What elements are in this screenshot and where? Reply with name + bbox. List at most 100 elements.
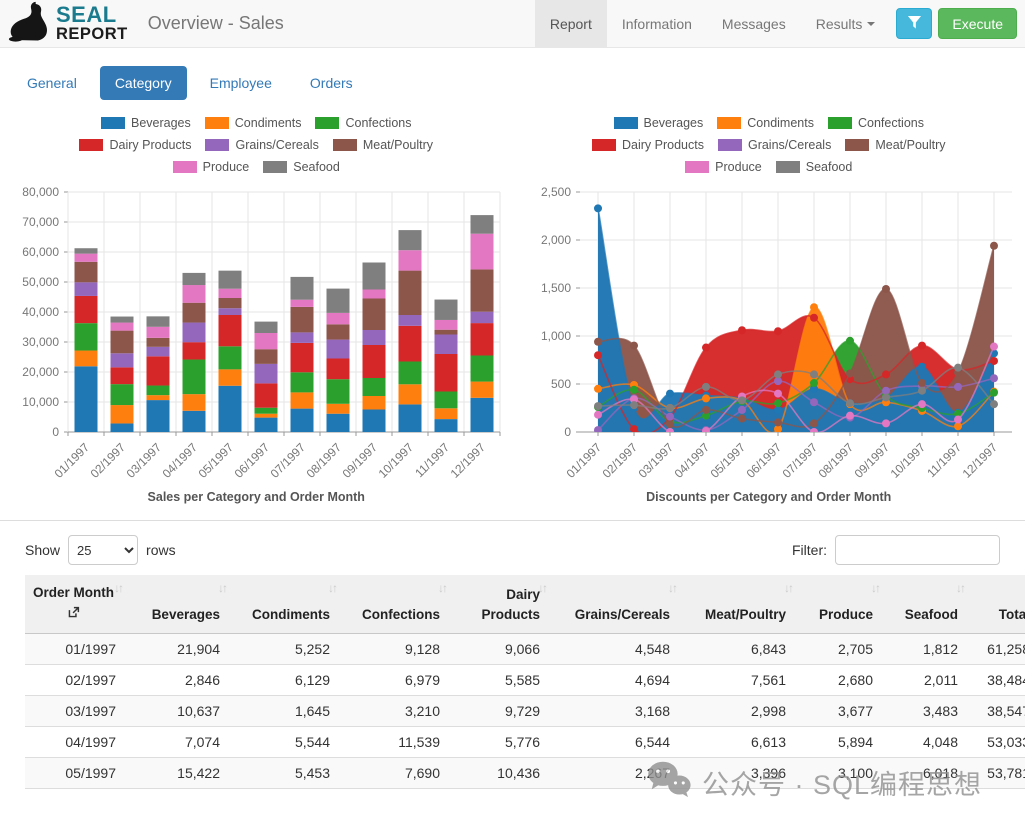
point-seafood[interactable] xyxy=(630,401,638,409)
filter-button[interactable] xyxy=(896,8,932,39)
bar-segment-dairy-products[interactable] xyxy=(110,367,133,384)
bar-segment-beverages[interactable] xyxy=(398,404,421,432)
bar-segment-grains-cereals[interactable] xyxy=(110,353,133,367)
legend-item-dairy-products[interactable]: Dairy Products xyxy=(592,134,704,156)
bar-segment-grains-cereals[interactable] xyxy=(74,282,97,296)
bar-segment-confections[interactable] xyxy=(470,356,493,382)
bar-segment-meat-poultry[interactable] xyxy=(254,349,277,364)
legend-item-seafood[interactable]: Seafood xyxy=(263,156,340,178)
legend-item-beverages[interactable]: Beverages xyxy=(101,112,191,134)
point-meat-poultry[interactable] xyxy=(594,338,602,346)
legend-item-grains-cereals[interactable]: Grains/Cereals xyxy=(718,134,831,156)
bar-segment-confections[interactable] xyxy=(290,372,313,392)
bar-segment-grains-cereals[interactable] xyxy=(218,308,241,315)
column-header-dairy-products[interactable]: ↓↑Dairy Products xyxy=(450,575,550,634)
bar-segment-seafood[interactable] xyxy=(290,277,313,300)
bar-segment-beverages[interactable] xyxy=(74,366,97,432)
point-confections[interactable] xyxy=(846,337,854,345)
point-meat-poultry[interactable] xyxy=(990,242,998,250)
column-header-meat-poultry[interactable]: ↓↑Meat/Poultry xyxy=(680,575,796,634)
point-grains-cereals[interactable] xyxy=(738,406,746,414)
bar-segment-condiments[interactable] xyxy=(182,394,205,411)
bar-segment-condiments[interactable] xyxy=(74,351,97,367)
point-produce[interactable] xyxy=(774,390,782,398)
bar-segment-condiments[interactable] xyxy=(146,395,169,400)
column-header-seafood[interactable]: ↓↑Seafood xyxy=(883,575,968,634)
legend-item-produce[interactable]: Produce xyxy=(173,156,250,178)
point-condiments[interactable] xyxy=(702,394,710,402)
point-dairy-products[interactable] xyxy=(630,425,638,433)
point-confections[interactable] xyxy=(630,386,638,394)
nav-item-report[interactable]: Report xyxy=(535,0,607,47)
bar-segment-seafood[interactable] xyxy=(254,322,277,333)
bar-segment-meat-poultry[interactable] xyxy=(182,303,205,323)
bar-segment-confections[interactable] xyxy=(110,384,133,405)
legend-item-meat-poultry[interactable]: Meat/Poultry xyxy=(333,134,433,156)
bar-segment-condiments[interactable] xyxy=(362,396,385,410)
point-seafood[interactable] xyxy=(846,399,854,407)
bar-segment-grains-cereals[interactable] xyxy=(398,315,421,326)
point-confections[interactable] xyxy=(990,389,998,397)
point-condiments[interactable] xyxy=(810,303,818,311)
bar-segment-grains-cereals[interactable] xyxy=(290,332,313,343)
point-seafood[interactable] xyxy=(738,396,746,404)
legend-item-confections[interactable]: Confections xyxy=(315,112,411,134)
execute-button[interactable]: Execute xyxy=(938,8,1017,39)
column-header-total[interactable]: ↓↑Total xyxy=(968,575,1025,634)
bar-segment-produce[interactable] xyxy=(254,333,277,349)
point-meat-poultry[interactable] xyxy=(738,415,746,423)
bar-segment-grains-cereals[interactable] xyxy=(146,347,169,357)
point-beverages[interactable] xyxy=(594,204,602,212)
point-dairy-products[interactable] xyxy=(918,342,926,350)
discounts-area-chart[interactable]: 05001,0001,5002,0002,50001/199702/199703… xyxy=(516,180,1021,488)
point-produce[interactable] xyxy=(882,419,890,427)
sort-arrows-icon[interactable]: ↓↑ xyxy=(438,580,446,597)
sort-arrows-icon[interactable]: ↓↑ xyxy=(871,580,879,597)
bar-segment-condiments[interactable] xyxy=(398,384,421,404)
point-produce[interactable] xyxy=(954,416,962,424)
bar-segment-beverages[interactable] xyxy=(146,400,169,432)
bar-segment-produce[interactable] xyxy=(182,285,205,303)
bar-segment-condiments[interactable] xyxy=(434,408,457,419)
bar-segment-dairy-products[interactable] xyxy=(74,296,97,323)
bar-segment-condiments[interactable] xyxy=(470,382,493,398)
point-beverages[interactable] xyxy=(666,390,674,398)
point-dairy-products[interactable] xyxy=(882,370,890,378)
bar-segment-seafood[interactable] xyxy=(326,289,349,313)
point-seafood[interactable] xyxy=(954,364,962,372)
bar-segment-produce[interactable] xyxy=(74,254,97,262)
bar-segment-confections[interactable] xyxy=(218,346,241,369)
nav-item-information[interactable]: Information xyxy=(607,0,707,47)
bar-segment-produce[interactable] xyxy=(290,300,313,307)
bar-segment-dairy-products[interactable] xyxy=(470,323,493,355)
sort-arrows-icon[interactable]: ↓↑ xyxy=(538,580,546,597)
bar-segment-meat-poultry[interactable] xyxy=(362,299,385,331)
point-dairy-products[interactable] xyxy=(810,314,818,322)
bar-segment-dairy-products[interactable] xyxy=(254,383,277,407)
point-grains-cereals[interactable] xyxy=(810,398,818,406)
bar-segment-beverages[interactable] xyxy=(290,409,313,432)
bar-segment-confections[interactable] xyxy=(326,379,349,404)
point-seafood[interactable] xyxy=(990,400,998,408)
point-grains-cereals[interactable] xyxy=(990,374,998,382)
point-meat-poultry[interactable] xyxy=(774,418,782,426)
bar-segment-beverages[interactable] xyxy=(470,398,493,432)
point-seafood[interactable] xyxy=(666,404,674,412)
app-logo[interactable]: SEAL REPORT xyxy=(0,0,134,47)
point-seafood[interactable] xyxy=(918,387,926,395)
bar-segment-meat-poultry[interactable] xyxy=(326,324,349,339)
bar-segment-seafood[interactable] xyxy=(362,263,385,290)
bar-segment-condiments[interactable] xyxy=(254,414,277,418)
bar-segment-dairy-products[interactable] xyxy=(146,356,169,385)
bar-segment-meat-poultry[interactable] xyxy=(434,330,457,335)
bar-segment-seafood[interactable] xyxy=(434,300,457,320)
bar-segment-beverages[interactable] xyxy=(110,423,133,432)
point-meat-poultry[interactable] xyxy=(918,379,926,387)
bar-segment-grains-cereals[interactable] xyxy=(362,330,385,345)
sort-arrows-icon[interactable]: ↓↑ xyxy=(328,580,336,597)
point-seafood[interactable] xyxy=(882,393,890,401)
sales-bar-chart[interactable]: 010,00020,00030,00040,00050,00060,00070,… xyxy=(4,180,509,488)
tab-orders[interactable]: Orders xyxy=(295,66,368,100)
tab-general[interactable]: General xyxy=(12,66,92,100)
bar-segment-produce[interactable] xyxy=(362,290,385,299)
